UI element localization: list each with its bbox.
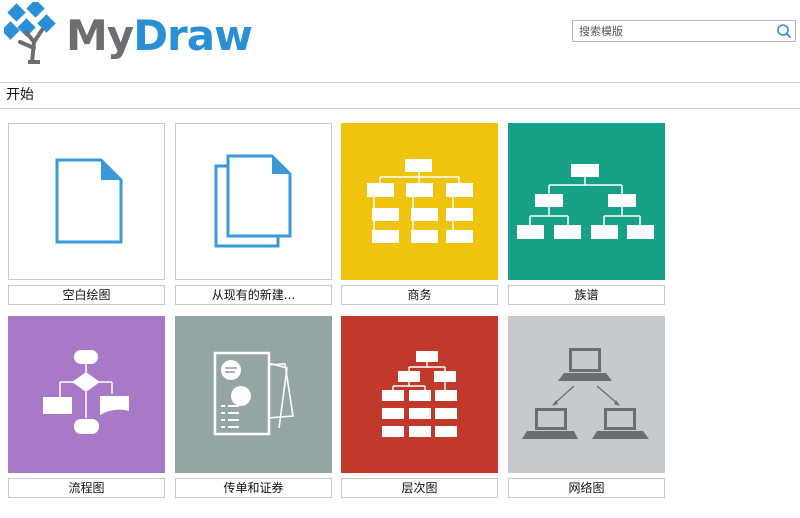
template-tile-blank[interactable] — [8, 123, 165, 280]
template-label-network[interactable]: 网络图 — [508, 478, 665, 498]
hierarchy-chart-icon — [382, 351, 457, 437]
search-icon — [777, 24, 792, 39]
template-label-blank[interactable]: 空白绘图 — [8, 285, 165, 305]
template-tile-from-existing[interactable] — [175, 123, 332, 280]
template-label-flyers[interactable]: 传单和证券 — [175, 478, 332, 498]
search-button[interactable] — [773, 21, 795, 41]
business-org-chart-icon — [367, 159, 473, 243]
template-tile-flowchart[interactable] — [8, 316, 165, 473]
logo-text: MyDraw — [66, 10, 253, 62]
template-label-flowchart[interactable]: 流程图 — [8, 478, 165, 498]
logo-text-my: My — [66, 11, 134, 60]
copy-documents-icon — [214, 154, 292, 248]
template-tile-family-tree[interactable] — [508, 123, 665, 280]
section-title: 开始 — [6, 87, 34, 103]
flowchart-icon — [43, 350, 129, 434]
blank-document-icon — [55, 158, 123, 244]
network-diagram-icon — [522, 348, 649, 439]
header: MyDraw — [0, 0, 800, 82]
search-input[interactable] — [573, 21, 781, 41]
family-tree-icon — [517, 164, 654, 239]
template-tile-hierarchy[interactable] — [341, 316, 498, 473]
mydraw-logo[interactable]: MyDraw — [1, 0, 264, 66]
header-divider — [0, 82, 800, 83]
section-divider — [0, 108, 800, 109]
template-label-family-tree[interactable]: 族谱 — [508, 285, 665, 305]
template-tile-business[interactable] — [341, 123, 498, 280]
tree-logo-icon — [1, 0, 56, 64]
template-tile-flyers[interactable] — [175, 316, 332, 473]
template-label-business[interactable]: 商务 — [341, 285, 498, 305]
template-label-hierarchy[interactable]: 层次图 — [341, 478, 498, 498]
search-box — [572, 20, 796, 42]
flyer-icon — [213, 351, 294, 436]
template-label-from-existing[interactable]: 从现有的新建... — [175, 285, 332, 305]
logo-text-draw: Draw — [133, 11, 253, 60]
template-tile-network[interactable] — [508, 316, 665, 473]
